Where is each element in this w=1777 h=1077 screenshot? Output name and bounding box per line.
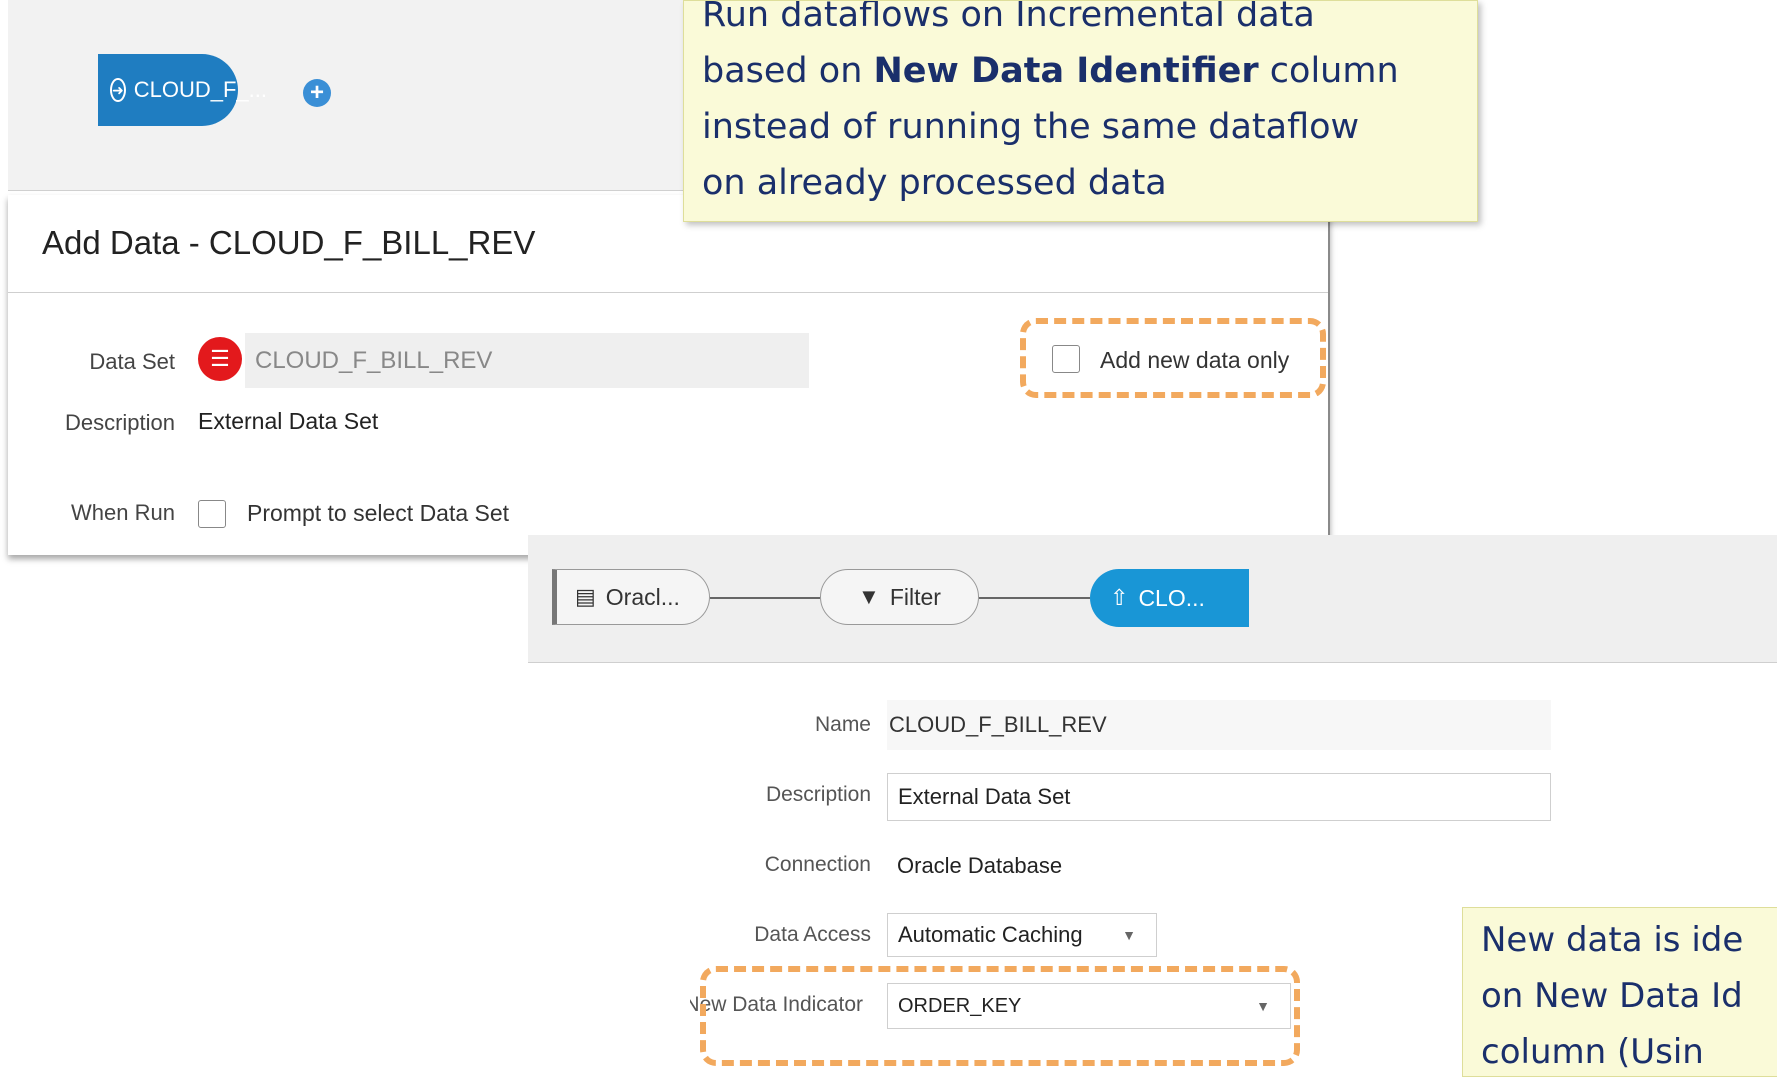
connection-label: Connection <box>764 853 871 876</box>
database-icon: ☰ <box>198 337 242 381</box>
flow-node-label: Oracl... <box>605 583 680 610</box>
filter-icon: ▼ <box>858 584 880 609</box>
callout-line: column (Usin <box>1481 1032 1704 1072</box>
description-label: Description <box>765 783 871 806</box>
divider <box>8 292 1328 293</box>
add-new-data-only-label: Add new data only <box>1100 347 1290 373</box>
callout-line: on New Data Id <box>1481 976 1743 1016</box>
dialog-title: Add Data - CLOUD_F_BILL_REV <box>42 224 536 261</box>
callout-line: on already processed data <box>702 163 1167 203</box>
flow-node-filter[interactable]: ▼ Filter <box>820 569 979 625</box>
description-label: Description <box>64 410 175 435</box>
import-circle-icon: ➜ <box>110 78 126 102</box>
highlight-new-data-indicator <box>700 966 1300 1066</box>
callout-text: column <box>1258 51 1399 91</box>
description-value: External Data Set <box>198 408 379 434</box>
callout-new-data: New data is ide on New Data Id column (U… <box>1462 907 1777 1077</box>
flow-node-target[interactable]: ⇧ CLO... <box>1090 569 1249 627</box>
callout-line: Run dataflows on Incremental data <box>702 0 1315 35</box>
upload-icon: ⇧ <box>1110 585 1129 610</box>
prompt-select-dataset-checkbox[interactable] <box>198 500 226 528</box>
add-new-data-only-checkbox[interactable] <box>1052 345 1080 373</box>
data-access-value: Automatic Caching <box>898 922 1083 947</box>
callout-line: New data is ide <box>1481 920 1744 960</box>
data-access-select[interactable]: Automatic Caching ▼ <box>887 913 1157 957</box>
database-icon: ▤ <box>575 584 596 609</box>
callout-line: instead of running the same dataflow <box>702 107 1360 147</box>
callout-line: based on New Data Identifier column <box>702 43 1477 99</box>
flow-node-label: CLO... <box>1138 584 1205 611</box>
flow-connector <box>710 597 820 599</box>
name-label: Name <box>814 713 871 736</box>
flow-node-oracle[interactable]: ▤ Oracl... <box>552 569 710 625</box>
callout-text: based on <box>702 51 874 91</box>
source-node-label: CLOUD_F_... <box>133 77 267 102</box>
callout-bold-text: New Data Identifier <box>873 51 1259 91</box>
callout-incremental-dataflows: Run dataflows on Incremental data based … <box>683 0 1478 222</box>
data-set-field[interactable]: CLOUD_F_BILL_REV <box>245 333 809 388</box>
connection-value: Oracle Database <box>897 853 1063 878</box>
data-access-label: Data Access <box>754 923 871 946</box>
prompt-select-dataset-label: Prompt to select Data Set <box>247 500 510 526</box>
flow-node-label: Filter <box>889 583 941 610</box>
plus-circle-icon[interactable]: + <box>303 79 331 107</box>
source-node[interactable]: ➜ CLOUD_F_... <box>98 54 267 126</box>
when-run-label: When Run <box>71 500 175 525</box>
flow-connector <box>979 597 1090 599</box>
data-set-label: Data Set <box>89 349 175 374</box>
caret-down-icon: ▼ <box>1122 927 1136 943</box>
description-field[interactable]: External Data Set <box>887 773 1551 821</box>
name-field[interactable]: CLOUD_F_BILL_REV <box>887 700 1551 750</box>
